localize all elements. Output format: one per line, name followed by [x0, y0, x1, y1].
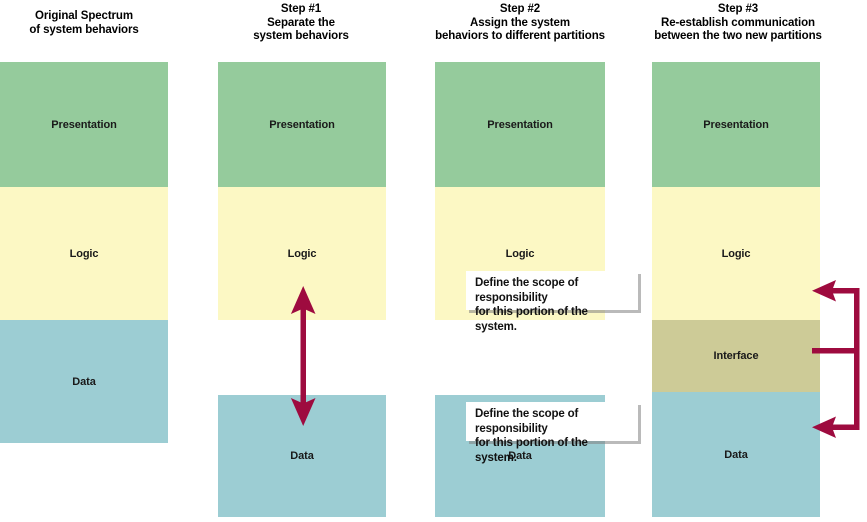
block-label: Data [290, 450, 314, 462]
block-original-data: Data [0, 320, 168, 443]
block-step1-logic: Logic [218, 187, 386, 320]
block-original-presentation: Presentation [0, 62, 168, 187]
block-label: Data [72, 375, 96, 388]
callout-logic-scope: Define the scope of responsibility for t… [466, 271, 638, 333]
block-label: Presentation [487, 118, 553, 131]
partition-steps-diagram: Original Spectrum of system behaviors St… [0, 0, 867, 522]
block-original-logic: Logic [0, 187, 168, 320]
block-label: Presentation [51, 118, 117, 131]
block-label: Interface [713, 350, 759, 362]
block-label: Data [724, 448, 748, 461]
block-step2-presentation: Presentation [435, 62, 605, 187]
interface-bracket-connector-icon [812, 280, 860, 438]
block-step3-interface: Interface [652, 320, 820, 392]
block-label: Presentation [703, 118, 769, 131]
column-header-original: Original Spectrum of system behaviors [29, 10, 139, 36]
column-header-step1: Step #1 Separate the system behaviors [253, 3, 349, 42]
callout-data-scope: Define the scope of responsibility for t… [466, 402, 638, 464]
block-step1-data: Data [218, 395, 386, 517]
column-header-step2: Step #2 Assign the system behaviors to d… [435, 3, 605, 42]
block-label: Logic [287, 247, 317, 260]
block-label: Logic [69, 247, 99, 260]
block-label: Logic [721, 247, 751, 260]
block-step3-presentation: Presentation [652, 62, 820, 187]
block-step3-logic: Logic [652, 187, 820, 320]
callout-text: Define the scope of responsibility for t… [475, 277, 588, 333]
block-step1-presentation: Presentation [218, 62, 386, 187]
column-header-step3: Step #3 Re-establish communication betwe… [654, 3, 822, 42]
block-label: Presentation [269, 118, 335, 131]
callout-text: Define the scope of responsibility for t… [475, 408, 588, 464]
block-label: Logic [505, 247, 535, 260]
block-step3-data: Data [652, 392, 820, 517]
